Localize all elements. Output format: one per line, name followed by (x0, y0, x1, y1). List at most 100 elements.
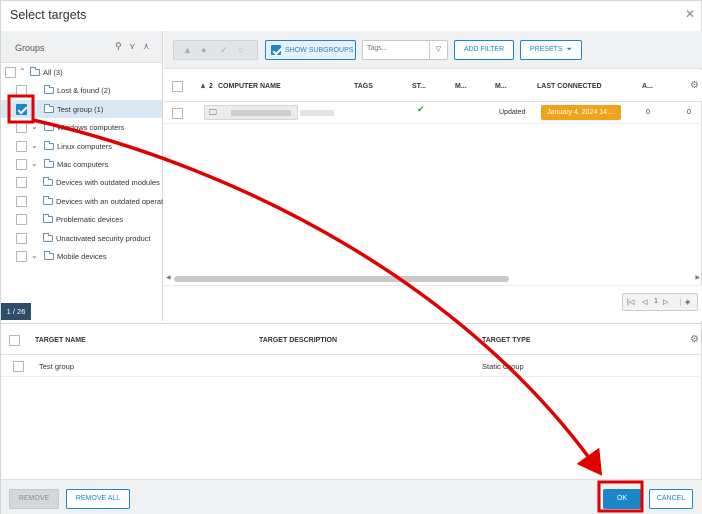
folder-icon (43, 195, 53, 205)
sidebar-item-group[interactable]: ⌄ Mobile devices (1, 247, 162, 265)
sidebar-item-group[interactable]: ⌄ Linux computers (1, 137, 162, 155)
sidebar-item-group[interactable]: Unactivated security product (1, 229, 162, 247)
group-label: Mac computers (57, 160, 109, 169)
folder-icon (44, 251, 54, 260)
target-row-checkbox[interactable] (13, 361, 24, 372)
group-checkbox[interactable] (5, 67, 16, 78)
column-target-name[interactable]: TARGET NAME (35, 337, 86, 344)
next-page-icon[interactable]: ▷ (663, 298, 668, 306)
group-checkbox[interactable] (16, 195, 27, 207)
column-modules[interactable]: M... (495, 83, 507, 90)
scroll-thumb[interactable] (174, 276, 509, 282)
show-subgroups-label: SHOW SUBGROUPS (285, 47, 354, 54)
column-tags[interactable]: TAGS (354, 83, 373, 90)
chevron-down-icon: ⏷ (564, 46, 573, 53)
table-row[interactable]: 🖵 ✔ Updated January 4, 2024 14:... 0 0 (164, 102, 702, 124)
group-checkbox[interactable] (16, 177, 27, 189)
sidebar-item-group[interactable]: ⌄ Mac computers (1, 155, 162, 173)
status-ok-icon: ✔ (417, 104, 425, 114)
group-label: Test group (1) (57, 104, 104, 114)
group-label: Unactivated security product (56, 233, 151, 243)
sidebar-item-group[interactable]: Test group (1) (1, 99, 162, 118)
error-icon[interactable]: ● (201, 45, 206, 55)
sidebar-item-group[interactable]: ⌃ All (3) (1, 63, 162, 81)
computer-icon: 🖵 (209, 108, 217, 117)
chevron-up-icon[interactable]: ⌃ (19, 67, 26, 76)
chevron-down-icon[interactable]: ⌄ (31, 122, 38, 131)
gear-icon[interactable]: ⚙ (690, 80, 699, 91)
ok-icon[interactable]: ✓ (220, 45, 228, 56)
group-checkbox[interactable] (16, 251, 27, 262)
scroll-left-icon[interactable]: ◀ (166, 274, 171, 281)
alerts-value: 0 (646, 109, 650, 116)
circle-icon[interactable]: ○ (238, 45, 243, 55)
row-checkbox[interactable] (172, 108, 183, 119)
layers-icon[interactable]: ◈ (680, 298, 690, 306)
sidebar-item-group[interactable]: Problematic devices (1, 210, 162, 228)
table-row[interactable]: Test group Static Group (1, 355, 702, 377)
first-page-icon[interactable]: |◁ (627, 298, 634, 306)
pagination-controls: |◁ ◁ 1 ▷ ◈ (622, 293, 698, 311)
warning-icon[interactable]: ▲ (183, 45, 192, 55)
redacted-tags (300, 110, 334, 116)
groups-header: Groups ⚲ ⋎ ⋏ (1, 31, 162, 63)
column-muted[interactable]: M... (455, 83, 467, 90)
folder-icon (43, 177, 53, 187)
chevron-down-icon[interactable]: ⌄ (31, 251, 38, 260)
column-computer-name[interactable]: COMPUTER NAME (218, 83, 281, 90)
sidebar-item-group[interactable]: ⌄ Windows computers (1, 118, 162, 136)
folder-icon (44, 103, 54, 113)
sidebar-item-group[interactable]: Devices with outdated modules (1, 173, 162, 191)
column-last-connected[interactable]: LAST CONNECTED (537, 83, 602, 90)
group-checkbox[interactable] (16, 85, 27, 97)
group-label: Problematic devices (56, 215, 124, 225)
column-status[interactable]: ST... (412, 83, 426, 90)
expand-all-icon[interactable]: ⋎ (129, 41, 136, 52)
column-target-type[interactable]: TARGET TYPE (482, 337, 530, 344)
computer-name-cell[interactable]: 🖵 (204, 105, 298, 120)
group-checkbox[interactable] (16, 232, 27, 244)
remove-button[interactable]: REMOVE (9, 489, 59, 509)
prev-page-icon[interactable]: ◁ (642, 298, 647, 306)
column-sort-index: 2 (209, 83, 213, 90)
chevron-down-icon[interactable]: ▽ (429, 41, 447, 59)
add-filter-button[interactable]: ADD FILTER (454, 40, 514, 60)
modules-value: Updated (499, 109, 526, 116)
targets-select-all-checkbox[interactable] (9, 335, 20, 346)
sidebar-item-group[interactable]: Devices with an outdated operat (1, 192, 163, 210)
chevron-down-icon[interactable]: ⌄ (31, 159, 38, 168)
group-checkbox[interactable] (16, 122, 27, 134)
tags-input[interactable] (367, 45, 427, 52)
cancel-button[interactable]: CANCEL (649, 489, 693, 509)
tags-select[interactable]: ▽ (362, 40, 448, 60)
group-checkbox[interactable] (16, 103, 27, 115)
search-icon[interactable]: ⚲ (115, 41, 122, 52)
sidebar-item-group[interactable]: Lost & found (2) (1, 81, 162, 99)
scroll-right-icon[interactable]: ▶ (695, 274, 700, 281)
horizontal-scrollbar[interactable]: ◀ ▶ (164, 274, 702, 284)
computers-grid-header: ⩓ 2 COMPUTER NAME TAGS ST... M... M... L… (164, 70, 702, 102)
select-all-checkbox[interactable] (172, 81, 183, 92)
target-type: Static Group (482, 362, 524, 371)
status-filter-group[interactable]: ▲ ● ✓ ○ (173, 40, 258, 60)
group-checkbox[interactable] (16, 140, 27, 152)
column-target-description[interactable]: TARGET DESCRIPTION (259, 337, 337, 344)
group-checkbox[interactable] (16, 159, 27, 170)
show-subgroups-checkbox[interactable] (271, 45, 281, 55)
gear-icon[interactable]: ⚙ (690, 334, 699, 345)
group-label: Mobile devices (57, 252, 107, 261)
group-checkbox[interactable] (16, 214, 27, 226)
show-subgroups-toggle[interactable]: SHOW SUBGROUPS (265, 40, 356, 60)
collapse-all-icon[interactable]: ⋏ (143, 41, 150, 52)
presets-label: PRESETS (529, 46, 563, 53)
chevron-down-icon[interactable]: ⌄ (31, 141, 38, 150)
dialog-footer: REMOVE REMOVE ALL OK CANCEL (1, 479, 702, 514)
last-column-value: 0 (687, 109, 691, 116)
folder-icon (43, 232, 53, 242)
sort-icon[interactable]: ⩓ (201, 83, 205, 91)
close-icon[interactable]: ✕ (685, 7, 695, 21)
remove-all-button[interactable]: REMOVE ALL (66, 489, 130, 509)
presets-button[interactable]: PRESETS ⏷ (520, 40, 582, 60)
ok-button[interactable]: OK (603, 489, 641, 509)
column-alerts[interactable]: A... (642, 83, 653, 90)
